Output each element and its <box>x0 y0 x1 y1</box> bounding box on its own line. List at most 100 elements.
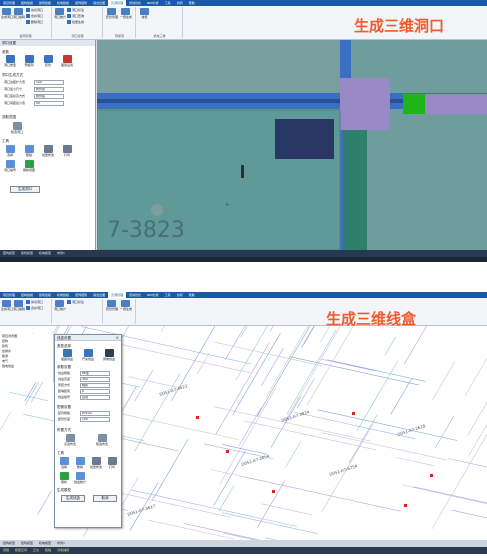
wire-line <box>235 326 268 380</box>
hole-stat-button[interactable]: 洞口统计 <box>54 8 66 20</box>
wire-line <box>215 342 270 435</box>
layout-tab[interactable]: 机电模型 <box>36 250 54 257</box>
wire-line <box>222 512 318 534</box>
switch-icon <box>83 349 93 357</box>
junction-box-marker[interactable] <box>226 450 229 453</box>
refresh-button[interactable]: 刷新 <box>56 472 72 484</box>
merge-hole-button[interactable]: 合并洞口 <box>26 14 43 19</box>
refresh-view-button[interactable]: 刷新视图 <box>20 160 38 172</box>
hole-label-button[interactable]: 洞口标注 <box>67 300 84 305</box>
param-input[interactable]: 0 <box>80 389 110 394</box>
wire-line <box>390 378 412 415</box>
wire-line <box>296 378 315 409</box>
print-button[interactable]: 打印 <box>58 145 76 157</box>
generate-hole-button[interactable]: 生成洞口 <box>1 8 13 20</box>
param-input[interactable]: 86型 <box>80 371 110 376</box>
param-input[interactable]: 50 <box>34 101 64 106</box>
print-button[interactable]: 打印 <box>104 457 120 469</box>
param-select[interactable]: 按管底 <box>34 94 64 99</box>
hole-type-button[interactable]: 洞口类型 <box>1 55 19 67</box>
junction-box-marker[interactable] <box>272 490 275 493</box>
close-icon[interactable]: × <box>116 335 119 341</box>
param-input[interactable]: 100 <box>80 417 110 422</box>
select-tool-button[interactable]: 选择 <box>1 145 19 157</box>
hole-number-button[interactable]: 洞口编号 <box>1 160 19 172</box>
delete-icon <box>24 145 34 153</box>
wire-line <box>432 361 456 400</box>
junction-box-marker[interactable] <box>352 412 355 415</box>
batch-edit-button[interactable]: 批量修改 <box>39 145 57 157</box>
status-item[interactable]: 正交 <box>30 547 42 554</box>
wire-line <box>285 326 341 421</box>
wire-line <box>402 484 487 504</box>
box-place-button[interactable]: 框选布置 <box>91 434 113 446</box>
merge-hole-button[interactable]: 合并洞口 <box>26 306 43 311</box>
layout-tab[interactable]: 布局1 <box>54 250 68 257</box>
model-viewport-3d[interactable]: + 7-3823 <box>97 40 487 250</box>
sleeve-manage-button[interactable]: 套管管理 <box>106 8 118 20</box>
one-click-button[interactable]: 一键生成 <box>120 300 132 312</box>
one-click-button[interactable]: 一键生成 <box>120 8 132 20</box>
param-row: 洞口底标高方式 按管底 <box>4 94 92 99</box>
tree-item[interactable]: 强电线盒 <box>0 364 53 369</box>
refresh-icon <box>24 160 34 168</box>
ribbon-group: 套管管理 一键生成 <box>104 299 136 324</box>
generate-hole-submit-button[interactable]: 生成洞口 <box>10 186 40 193</box>
layout-tab[interactable]: 建筑模型 <box>18 250 36 257</box>
edit-hole-button[interactable]: 洞口编辑 <box>13 300 25 312</box>
batch-edit-button[interactable]: 批量修改 <box>88 457 104 469</box>
ribbon-group: 生成洞口 洞口编辑 剪切洞口 合并洞口 <box>0 299 52 324</box>
point-place-button[interactable]: 点选布置 <box>59 434 81 446</box>
wire-line <box>219 387 277 485</box>
delete-hole-button[interactable]: 删除洞口 <box>26 20 43 25</box>
reserved-hole-button[interactable]: 预留洞 <box>20 55 38 67</box>
param-input[interactable]: 300 <box>80 377 110 382</box>
param-select[interactable]: 自动 <box>80 395 110 400</box>
hole-label-button[interactable]: 洞口标注 <box>67 8 84 13</box>
junction-box-marker[interactable] <box>196 416 199 419</box>
status-item[interactable]: 对象捕捉 <box>54 547 72 554</box>
layout-tab[interactable]: 机电模型 <box>36 540 54 547</box>
layer-icon <box>62 55 72 63</box>
layout-tab[interactable]: 布局1 <box>54 540 68 547</box>
cut-hole-button[interactable]: 剪切洞口 <box>26 300 43 305</box>
box-stat-button[interactable]: 线盒统计 <box>72 472 88 484</box>
status-item[interactable]: 模型空间 <box>12 547 30 554</box>
wire-line <box>396 457 435 466</box>
layout-tab[interactable]: 建筑模型 <box>18 540 36 547</box>
batch-generate-button[interactable]: 批量生成 <box>67 20 84 25</box>
layout-tab[interactable]: 结构模型 <box>0 540 18 547</box>
select-tool-button[interactable]: 选择 <box>56 457 72 469</box>
cut-hole-button[interactable]: 剪切洞口 <box>26 8 43 13</box>
hole-stat-button[interactable]: 洞口统计 <box>54 300 66 312</box>
cancel-button[interactable]: 取消 <box>93 495 117 502</box>
edit-hole-button[interactable]: 洞口编辑 <box>13 8 25 20</box>
ribbon-group-title: 洞口管理 <box>71 34 84 38</box>
switch-box-button[interactable]: 开关线盒 <box>78 349 98 361</box>
box-select-button[interactable]: 框选洞口 <box>6 122 28 134</box>
param-input[interactable]: PVC20 <box>80 411 110 416</box>
weak-box-button[interactable]: 弱电线盒 <box>99 349 119 361</box>
junction-box-marker[interactable] <box>404 504 407 507</box>
ribbon-group: 校核 机电三维 <box>137 7 183 38</box>
param-row: 配管规格 PVC20 <box>58 411 146 416</box>
layer-setting-button[interactable]: 图层设置 <box>58 55 76 67</box>
param-select[interactable]: 按管径 <box>34 87 64 92</box>
junction-box-marker[interactable] <box>430 474 433 477</box>
check-button[interactable]: 校核 <box>139 8 150 20</box>
status-item[interactable]: 极轴 <box>42 547 54 554</box>
layout-tab[interactable]: 结构模型 <box>0 250 18 257</box>
socket-box-button[interactable]: 插座线盒 <box>57 349 77 361</box>
sleeve-manage-button[interactable]: 套管管理 <box>106 300 118 312</box>
generate-hole-button[interactable]: 生成洞口 <box>1 300 13 312</box>
delete-tool-button[interactable]: 删除 <box>20 145 38 157</box>
refresh-icon <box>59 472 69 480</box>
sleeve-button[interactable]: 套管 <box>39 55 57 67</box>
generate-box-button[interactable]: 生成线盒 <box>61 495 85 502</box>
hole-query-button[interactable]: 洞口查询 <box>67 14 84 19</box>
delete-tool-button[interactable]: 删除 <box>72 457 88 469</box>
param-input[interactable]: 100 <box>34 80 64 85</box>
param-row: 距墙距离 0 <box>58 389 146 394</box>
param-select[interactable]: 暗装 <box>80 383 110 388</box>
ribbon-group: 洞口统计 洞口标注 洞口查询 批量生成 洞口管理 <box>53 7 103 38</box>
